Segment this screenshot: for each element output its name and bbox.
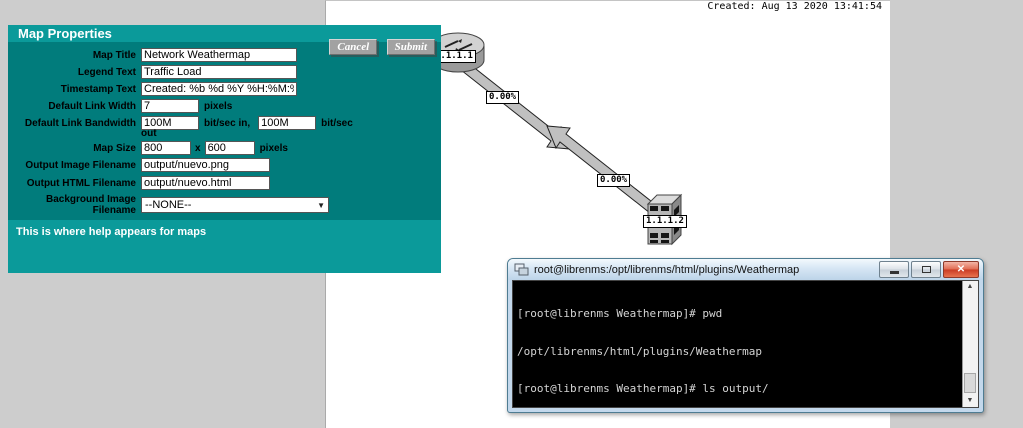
- map-properties-dialog: Map Properties Cancel Submit Map Title L…: [8, 25, 441, 273]
- link-bandwidth-label: Default Link Bandwidth: [24, 117, 136, 129]
- output-html-label: Output HTML Filename: [26, 177, 136, 189]
- maximize-icon: [921, 266, 931, 273]
- field-row-map-size: Map Size x pixels: [8, 141, 441, 155]
- minimize-button[interactable]: [879, 261, 909, 278]
- scroll-up-icon[interactable]: ▲: [963, 281, 977, 293]
- bandwidth-out-input[interactable]: [258, 116, 317, 130]
- node-label-1112[interactable]: 1.1.1.2: [643, 215, 687, 228]
- timestamp-text-input[interactable]: [141, 82, 297, 96]
- close-icon: ✕: [956, 263, 966, 275]
- dialog-form: Map Title Legend Text Timestamp Text Def…: [8, 42, 441, 216]
- map-width-input[interactable]: [141, 141, 191, 155]
- legend-text-label: Legend Text: [77, 66, 136, 78]
- legend-text-input[interactable]: [141, 65, 297, 79]
- terminal-title: root@librenms:/opt/librenms/html/plugins…: [534, 263, 800, 276]
- output-image-input[interactable]: [141, 158, 270, 172]
- terminal-line: [root@librenms Weathermap]# pwd: [517, 307, 723, 320]
- bandwidth-in-unit: bit/sec in,: [204, 117, 251, 129]
- terminal-line: [root@librenms Weathermap]# ls output/: [517, 382, 769, 395]
- link-width-input[interactable]: [141, 99, 199, 113]
- map-size-separator: x: [195, 142, 201, 154]
- close-button[interactable]: ✕: [943, 261, 979, 278]
- field-row-legend-text: Legend Text: [8, 65, 441, 79]
- terminal-output: [root@librenms Weathermap]# pwd /opt/lib…: [513, 281, 963, 407]
- terminal-console[interactable]: [root@librenms Weathermap]# pwd /opt/lib…: [512, 280, 979, 408]
- field-row-output-image: Output Image Filename: [8, 158, 441, 172]
- terminal-line: /opt/librenms/html/plugins/Weathermap: [517, 344, 763, 358]
- map-size-label: Map Size: [93, 142, 136, 154]
- link-width-unit: pixels: [204, 100, 233, 112]
- map-height-input[interactable]: [204, 141, 255, 155]
- page-background: Created: Aug 13 2020 13:41:54 1.1.1.1 1.…: [0, 0, 1023, 428]
- background-image-select[interactable]: --NONE-- ▼: [141, 197, 329, 213]
- field-row-output-html: Output HTML Filename: [8, 176, 441, 190]
- terminal-titlebar[interactable]: root@librenms:/opt/librenms/html/plugins…: [508, 259, 983, 280]
- scrollbar-thumb[interactable]: [964, 373, 976, 393]
- field-row-background-image: Background Image Filename --NONE-- ▼: [8, 194, 441, 216]
- link-width-label: Default Link Width: [48, 100, 136, 112]
- map-title-label: Map Title: [92, 49, 136, 61]
- map-title-input[interactable]: [141, 48, 297, 62]
- minimize-icon: [889, 271, 899, 274]
- link-percent-label-in[interactable]: 0.00%: [597, 174, 631, 187]
- submit-button[interactable]: Submit: [386, 39, 435, 55]
- chevron-down-icon: ▼: [317, 200, 325, 210]
- output-image-label: Output Image Filename: [25, 159, 136, 171]
- map-created-timestamp: Created: Aug 13 2020 13:41:54: [707, 1, 882, 12]
- link-percent-label-out[interactable]: 0.00%: [486, 91, 520, 104]
- scroll-down-icon[interactable]: ▼: [963, 395, 977, 407]
- timestamp-text-label: Timestamp Text: [60, 83, 136, 95]
- map-size-unit: pixels: [259, 142, 288, 154]
- output-html-input[interactable]: [141, 176, 270, 190]
- maximize-button[interactable]: [911, 261, 941, 278]
- background-image-selected-value: --NONE--: [145, 199, 192, 211]
- terminal-scrollbar[interactable]: ▲ ▼: [962, 281, 978, 407]
- terminal-window: root@librenms:/opt/librenms/html/plugins…: [507, 258, 984, 413]
- bandwidth-out-unit: bit/sec: [321, 117, 353, 129]
- field-row-link-width: Default Link Width pixels: [8, 99, 441, 113]
- background-image-label: Background Image Filename: [45, 194, 136, 216]
- putty-app-icon: [514, 263, 529, 275]
- field-row-timestamp-text: Timestamp Text: [8, 82, 441, 96]
- cancel-button[interactable]: Cancel: [329, 39, 378, 55]
- dialog-help-text: This is where help appears for maps: [8, 220, 441, 273]
